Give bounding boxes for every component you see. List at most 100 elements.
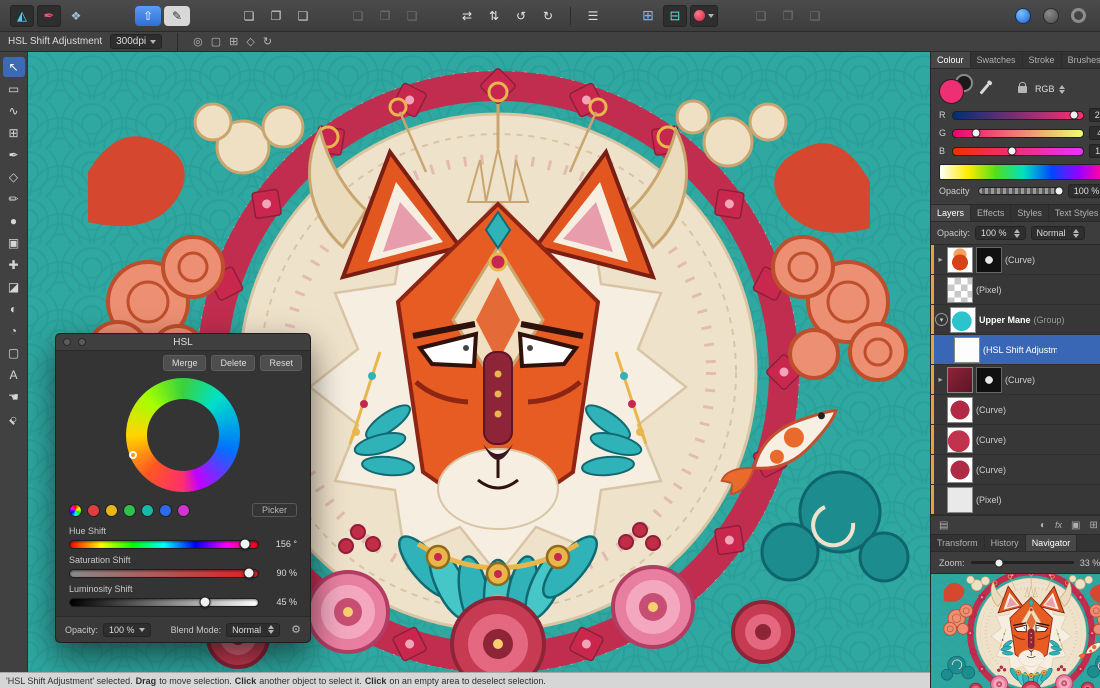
alignment-button[interactable]: ☰: [581, 5, 605, 27]
rotate-cw-button[interactable]: ↻: [536, 5, 560, 27]
rotate-ccw-button[interactable]: ↺: [509, 5, 533, 27]
colour-opacity-slider[interactable]: [978, 186, 1064, 196]
paint-brush-tool[interactable]: ✏: [3, 189, 25, 209]
tab-colour[interactable]: Colour: [931, 52, 971, 68]
marquee-tool[interactable]: ▭: [3, 79, 25, 99]
saturation-shift-value[interactable]: 90 %: [265, 568, 297, 578]
zoom-value[interactable]: 33 %: [1080, 558, 1100, 568]
layer-thumbnail[interactable]: [947, 396, 973, 423]
liquify-persona-button[interactable]: ✒: [37, 4, 61, 27]
layers-opacity-dropdown[interactable]: 100 %: [975, 226, 1026, 240]
flip-horizontal-button[interactable]: ⇄: [455, 5, 479, 27]
dodge-tool[interactable]: ◐: [3, 299, 25, 319]
colour-mode-dropdown[interactable]: RGB: [1035, 84, 1066, 94]
blue-channel-thumb[interactable]: [1007, 146, 1017, 156]
lasso-tool[interactable]: ∿: [3, 101, 25, 121]
move-tool[interactable]: ↖: [2, 57, 25, 77]
hide-selection-button[interactable]: ▢: [211, 35, 221, 48]
tab-brushes[interactable]: Brushes: [1062, 52, 1100, 68]
layer-row[interactable]: (Curve) ✓: [931, 455, 1100, 485]
show-alignment-handles-button[interactable]: ⊞: [229, 35, 238, 48]
move-backward-button[interactable]: ❐: [373, 5, 397, 27]
mask-layer-icon[interactable]: ▣: [1071, 520, 1080, 531]
layer-thumbnail[interactable]: [947, 426, 973, 453]
group-disclosure-icon[interactable]: ▾: [935, 313, 948, 326]
fill-swatch[interactable]: [939, 79, 964, 104]
assistant-icon[interactable]: [1071, 8, 1086, 23]
shape-tool[interactable]: ▢: [3, 343, 25, 363]
hue-shift-thumb[interactable]: [239, 538, 251, 550]
layer-thumbnail[interactable]: [950, 306, 976, 333]
grid-toggle-button[interactable]: ⊞: [636, 5, 660, 27]
magentas-channel-swatch[interactable]: [177, 503, 190, 517]
hsl-dialog[interactable]: HSL Merge Delete Reset Picker Hue Shift …: [55, 333, 311, 643]
luminosity-shift-value[interactable]: 45 %: [265, 597, 297, 607]
flip-vertical-button[interactable]: ⇅: [482, 5, 506, 27]
export-persona-button[interactable]: ⇧: [135, 5, 161, 26]
tab-stroke[interactable]: Stroke: [1023, 52, 1062, 68]
eraser-tool[interactable]: ◪: [3, 277, 25, 297]
tab-transform[interactable]: Transform: [931, 535, 985, 551]
layer-mask-thumbnail[interactable]: [976, 246, 1002, 273]
insert-behind-button[interactable]: ❏: [237, 5, 261, 27]
blur-tool[interactable]: ◔: [3, 321, 25, 341]
zoom-slider-thumb[interactable]: [994, 558, 1004, 567]
green-channel-thumb[interactable]: [971, 128, 981, 138]
combine-button[interactable]: ❑: [803, 5, 827, 27]
hue-shift-slider[interactable]: [69, 538, 259, 550]
tab-effects[interactable]: Effects: [971, 205, 1012, 221]
layer-row[interactable]: ▸ (Curve) ✓: [931, 245, 1100, 275]
pixel-brush-tool[interactable]: ●: [3, 211, 25, 231]
saturation-shift-slider[interactable]: [69, 567, 259, 579]
greens-channel-swatch[interactable]: [123, 503, 136, 517]
blue-channel-value[interactable]: 115: [1089, 144, 1100, 158]
layer-row[interactable]: ▸ (Curve) ✓: [931, 365, 1100, 395]
pen-tool[interactable]: ✒: [3, 145, 25, 165]
saturation-shift-thumb[interactable]: [243, 567, 255, 579]
layer-row[interactable]: (Pixel) ✓: [931, 275, 1100, 305]
layer-thumbnail[interactable]: [947, 456, 973, 483]
red-channel-slider[interactable]: [952, 110, 1085, 120]
navigator-thumbnail[interactable]: [931, 574, 1100, 688]
colour-sync-icon[interactable]: [1015, 7, 1031, 24]
divide-button[interactable]: ❐: [776, 5, 800, 27]
slice-button[interactable]: ❏: [749, 5, 773, 27]
layer-row[interactable]: (Pixel) ✓: [931, 485, 1100, 515]
photo-persona-button[interactable]: ◭: [10, 4, 34, 27]
blues-channel-swatch[interactable]: [159, 503, 172, 517]
clone-tool[interactable]: ▣: [3, 233, 25, 253]
gear-icon[interactable]: ⚙: [291, 623, 301, 636]
colour-opacity-dropdown[interactable]: 100 %: [1067, 184, 1100, 198]
zoom-tool[interactable]: ○: [3, 409, 25, 429]
hardware-toggle-icon[interactable]: [1043, 7, 1059, 24]
layer-thumbnail[interactable]: [947, 486, 973, 513]
hue-shift-value[interactable]: 156 °: [265, 539, 297, 549]
node-tool[interactable]: ◇: [3, 167, 25, 187]
move-forward-button[interactable]: ❑: [400, 5, 424, 27]
reds-channel-swatch[interactable]: [87, 503, 100, 517]
text-tool[interactable]: A: [3, 365, 25, 385]
layer-row[interactable]: (Curve) ✓: [931, 425, 1100, 455]
lock-icon[interactable]: [1017, 81, 1027, 93]
insert-top-button[interactable]: ❐: [264, 5, 288, 27]
blend-mode-dropdown[interactable]: Normal: [226, 622, 281, 637]
crop-tool[interactable]: ⊞: [3, 123, 25, 143]
eyedropper-icon[interactable]: [979, 83, 990, 95]
zoom-slider[interactable]: [970, 558, 1074, 567]
layer-options-icon[interactable]: ▤: [939, 520, 948, 531]
tab-styles[interactable]: Styles: [1011, 205, 1049, 221]
hsl-dialog-titlebar[interactable]: HSL: [56, 334, 310, 351]
layer-thumbnail[interactable]: [947, 246, 973, 273]
tab-text-styles[interactable]: Text Styles: [1049, 205, 1100, 221]
layer-effects-icon[interactable]: fx: [1055, 520, 1062, 530]
layers-blend-dropdown[interactable]: Normal: [1030, 226, 1085, 240]
disclosure-icon[interactable]: ▸: [934, 255, 947, 264]
cycle-selection-button[interactable]: ↻: [263, 35, 272, 48]
red-channel-thumb[interactable]: [1069, 110, 1079, 120]
colour-picker-button[interactable]: [690, 4, 718, 27]
layer-row-group[interactable]: ▾ Upper Mane (Group) ✓: [931, 305, 1100, 335]
disclosure-icon[interactable]: ▸: [934, 375, 947, 384]
insert-inside-button[interactable]: ❑: [291, 5, 315, 27]
transform-origin-button[interactable]: ◎: [193, 35, 203, 48]
hand-tool[interactable]: ☚: [3, 387, 25, 407]
